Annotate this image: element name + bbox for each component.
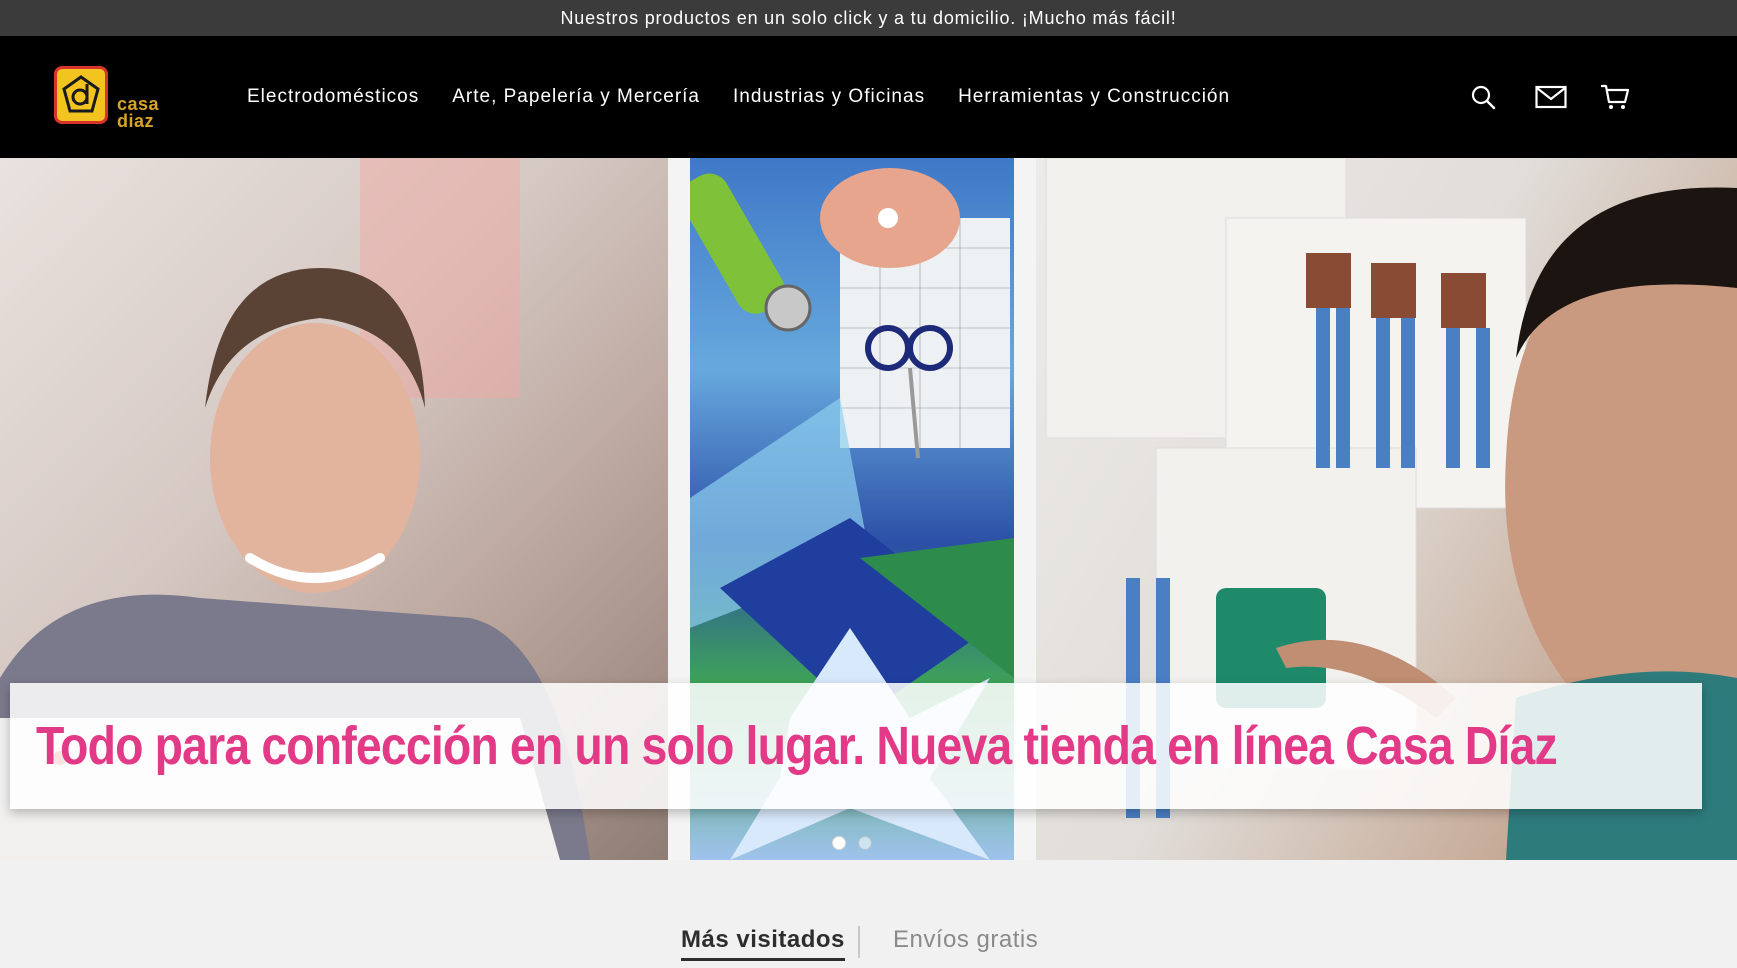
main-nav: Electrodomésticos Arte, Papelería y Merc… xyxy=(247,36,1230,158)
site-header: casa diaz Electrodomésticos Arte, Papele… xyxy=(0,36,1737,158)
tab-mas-visitados[interactable]: Más visitados xyxy=(681,926,845,961)
tab-divider xyxy=(858,926,860,958)
search-icon[interactable] xyxy=(1466,80,1500,114)
hero-banner-text: Todo para confección en un solo lugar. N… xyxy=(36,716,1558,776)
tab-envios-gratis[interactable]: Envíos gratis xyxy=(893,926,1038,954)
carousel-dots xyxy=(832,836,872,850)
announcement-text: Nuestros productos en un solo click y a … xyxy=(560,7,1177,28)
announcement-bar: Nuestros productos en un solo click y a … xyxy=(0,0,1737,36)
product-tabs: Más visitados Envíos gratis xyxy=(0,860,1737,968)
cart-icon[interactable] xyxy=(1598,80,1632,114)
logo[interactable]: casa diaz xyxy=(54,66,164,136)
hero-banner[interactable]: Todo para confección en un solo lugar. N… xyxy=(10,683,1702,809)
nav-arte-papeleria-merceria[interactable]: Arte, Papelería y Mercería xyxy=(452,86,700,108)
carousel-dot-1[interactable] xyxy=(832,836,846,850)
mail-icon[interactable] xyxy=(1534,80,1568,114)
carousel-dot-2[interactable] xyxy=(858,836,872,850)
nav-industrias-oficinas[interactable]: Industrias y Oficinas xyxy=(733,86,925,108)
logo-text: casa diaz xyxy=(117,94,160,131)
hero-carousel[interactable]: Todo para confección en un solo lugar. N… xyxy=(0,158,1737,860)
nav-electrodomesticos[interactable]: Electrodomésticos xyxy=(247,86,419,108)
logo-mark-icon xyxy=(54,66,108,124)
nav-herramientas-construccion[interactable]: Herramientas y Construcción xyxy=(958,86,1230,108)
